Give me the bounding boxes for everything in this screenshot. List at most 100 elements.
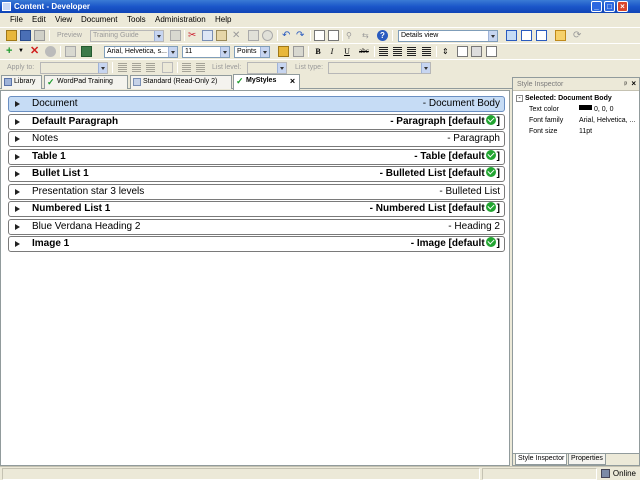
bullet-list-icon[interactable] bbox=[118, 63, 127, 72]
close-tab-icon[interactable]: × bbox=[288, 77, 297, 86]
tab-standard[interactable]: Standard (Read-Only 2) bbox=[130, 75, 232, 89]
preview-icon[interactable] bbox=[170, 30, 181, 41]
align-left-icon[interactable] bbox=[379, 47, 388, 56]
indent-icon[interactable] bbox=[146, 63, 155, 72]
collapse-icon[interactable]: - bbox=[516, 95, 523, 102]
default-bracket: ] bbox=[496, 168, 500, 179]
style-type-text: - Heading 2 bbox=[448, 220, 500, 232]
style-library-icon[interactable] bbox=[81, 46, 92, 57]
list-style-icon[interactable] bbox=[196, 63, 205, 72]
style-row[interactable]: Presentation star 3 levels - Bulleted Lis… bbox=[8, 183, 505, 200]
duplicate-icon[interactable] bbox=[248, 30, 259, 41]
remove-icon[interactable]: ✕ bbox=[30, 46, 41, 57]
style-list-panel: Document - Document Body Default Paragraph… bbox=[0, 90, 510, 466]
layout-vertical-icon[interactable] bbox=[536, 30, 547, 41]
add-icon[interactable]: + bbox=[6, 46, 17, 57]
import-icon[interactable] bbox=[65, 46, 76, 57]
expand-icon[interactable] bbox=[314, 30, 325, 41]
menu-view[interactable]: View bbox=[55, 15, 72, 25]
font-size-combo[interactable]: 11 bbox=[182, 46, 230, 58]
list-type-combo[interactable] bbox=[328, 62, 431, 74]
tab-properties[interactable]: Properties bbox=[568, 454, 606, 465]
align-right-icon[interactable] bbox=[407, 47, 416, 56]
paste-icon[interactable] bbox=[216, 30, 227, 41]
find-icon[interactable]: ⚲ bbox=[346, 30, 357, 41]
align-justify-icon[interactable] bbox=[422, 47, 431, 56]
style-row[interactable]: Bullet List 1 - Bulleted List [default] bbox=[8, 166, 505, 182]
list-level-combo[interactable] bbox=[247, 62, 287, 74]
expand-arrow-icon[interactable] bbox=[15, 153, 20, 160]
font-family-combo[interactable]: Arial, Helvetica, s... bbox=[104, 46, 178, 58]
expand-arrow-icon[interactable] bbox=[15, 101, 20, 107]
expand-arrow-icon[interactable] bbox=[15, 223, 20, 230]
menu-administration[interactable]: Administration bbox=[155, 15, 206, 25]
numbered-list-icon[interactable] bbox=[132, 63, 141, 72]
close-button[interactable]: × bbox=[617, 1, 628, 12]
menu-tools[interactable]: Tools bbox=[127, 15, 146, 25]
tab-wordpad-training[interactable]: ✓ WordPad Training bbox=[44, 75, 128, 89]
refresh-icon[interactable]: ⟳ bbox=[573, 30, 584, 41]
layout-single-icon[interactable] bbox=[506, 30, 517, 41]
style-row[interactable]: Numbered List 1 - Numbered List [default] bbox=[8, 201, 505, 217]
underline-button[interactable]: U bbox=[341, 46, 353, 57]
table-icon[interactable] bbox=[486, 46, 497, 57]
tab-style-inspector[interactable]: Style Inspector bbox=[515, 454, 568, 465]
style-row[interactable]: Notes - Paragraph bbox=[8, 131, 505, 147]
tab-library[interactable]: Library bbox=[1, 75, 42, 89]
prop-value-font-family: Arial, Helvetica, ... bbox=[579, 117, 636, 124]
view-combo[interactable]: Details view bbox=[398, 30, 498, 42]
style-row[interactable]: Document - Document Body bbox=[8, 96, 505, 112]
copy-icon[interactable] bbox=[202, 30, 213, 41]
expand-arrow-icon[interactable] bbox=[15, 241, 20, 247]
tab-mystyles[interactable]: ✓ MyStyles × bbox=[233, 74, 300, 90]
font-color-icon[interactable] bbox=[278, 46, 289, 57]
pin-icon[interactable]: ᵖ bbox=[624, 80, 627, 89]
style-row[interactable]: Blue Verdana Heading 2 - Heading 2 bbox=[8, 218, 505, 235]
outdent-icon[interactable] bbox=[182, 63, 191, 72]
help-icon[interactable]: ? bbox=[377, 30, 388, 41]
redo-icon[interactable]: ↷ bbox=[296, 30, 307, 41]
align-center-icon[interactable] bbox=[393, 47, 402, 56]
chevron-down-icon[interactable]: ▼ bbox=[18, 46, 29, 57]
style-row[interactable]: Image 1 - Image [default] bbox=[8, 236, 505, 252]
apply-to-combo[interactable] bbox=[40, 62, 108, 74]
style-row[interactable]: Table 1 - Table [default] bbox=[8, 148, 505, 165]
bold-button[interactable]: B bbox=[312, 46, 324, 57]
style-row[interactable]: Default Paragraph - Paragraph [default] bbox=[8, 113, 505, 130]
size-unit-combo[interactable]: Points bbox=[234, 46, 270, 58]
expand-arrow-icon[interactable] bbox=[15, 118, 20, 125]
delete-icon[interactable]: ✕ bbox=[232, 30, 243, 41]
menu-help[interactable]: Help bbox=[215, 15, 231, 25]
save-all-icon[interactable] bbox=[34, 30, 45, 41]
menu-edit[interactable]: Edit bbox=[32, 15, 46, 25]
expand-arrow-icon[interactable] bbox=[15, 171, 20, 177]
inspector-toggle-icon[interactable] bbox=[555, 30, 566, 41]
border-icon[interactable] bbox=[457, 46, 468, 57]
layout-horizontal-icon[interactable] bbox=[521, 30, 532, 41]
preview-label[interactable]: Preview bbox=[57, 31, 82, 40]
guide-combo[interactable]: Training Guide bbox=[90, 30, 164, 42]
close-icon[interactable]: × bbox=[631, 79, 636, 89]
italic-button[interactable]: I bbox=[326, 46, 338, 57]
disable-icon[interactable] bbox=[45, 46, 56, 57]
replace-icon[interactable]: ⇆ bbox=[362, 30, 373, 41]
highlight-icon[interactable] bbox=[293, 46, 304, 57]
minimize-button[interactable]: _ bbox=[591, 1, 602, 12]
strikethrough-button[interactable]: abc bbox=[357, 46, 371, 57]
maximize-button[interactable]: □ bbox=[604, 1, 615, 12]
undo-icon[interactable]: ↶ bbox=[282, 30, 293, 41]
grid-icon[interactable] bbox=[162, 62, 173, 73]
shading-icon[interactable] bbox=[471, 46, 482, 57]
spacing-icon[interactable]: ⇕ bbox=[442, 46, 453, 57]
link-icon[interactable] bbox=[262, 30, 273, 41]
expand-arrow-icon[interactable] bbox=[15, 136, 20, 142]
collapse-icon[interactable] bbox=[328, 30, 339, 41]
save-icon[interactable] bbox=[20, 30, 31, 41]
cut-icon[interactable]: ✂ bbox=[188, 30, 199, 41]
menu-document[interactable]: Document bbox=[81, 15, 117, 25]
menu-file[interactable]: File bbox=[10, 15, 23, 25]
open-folder-icon[interactable] bbox=[6, 30, 17, 41]
expand-arrow-icon[interactable] bbox=[15, 206, 20, 212]
list-level-label: List level: bbox=[212, 64, 242, 71]
expand-arrow-icon[interactable] bbox=[15, 188, 20, 195]
